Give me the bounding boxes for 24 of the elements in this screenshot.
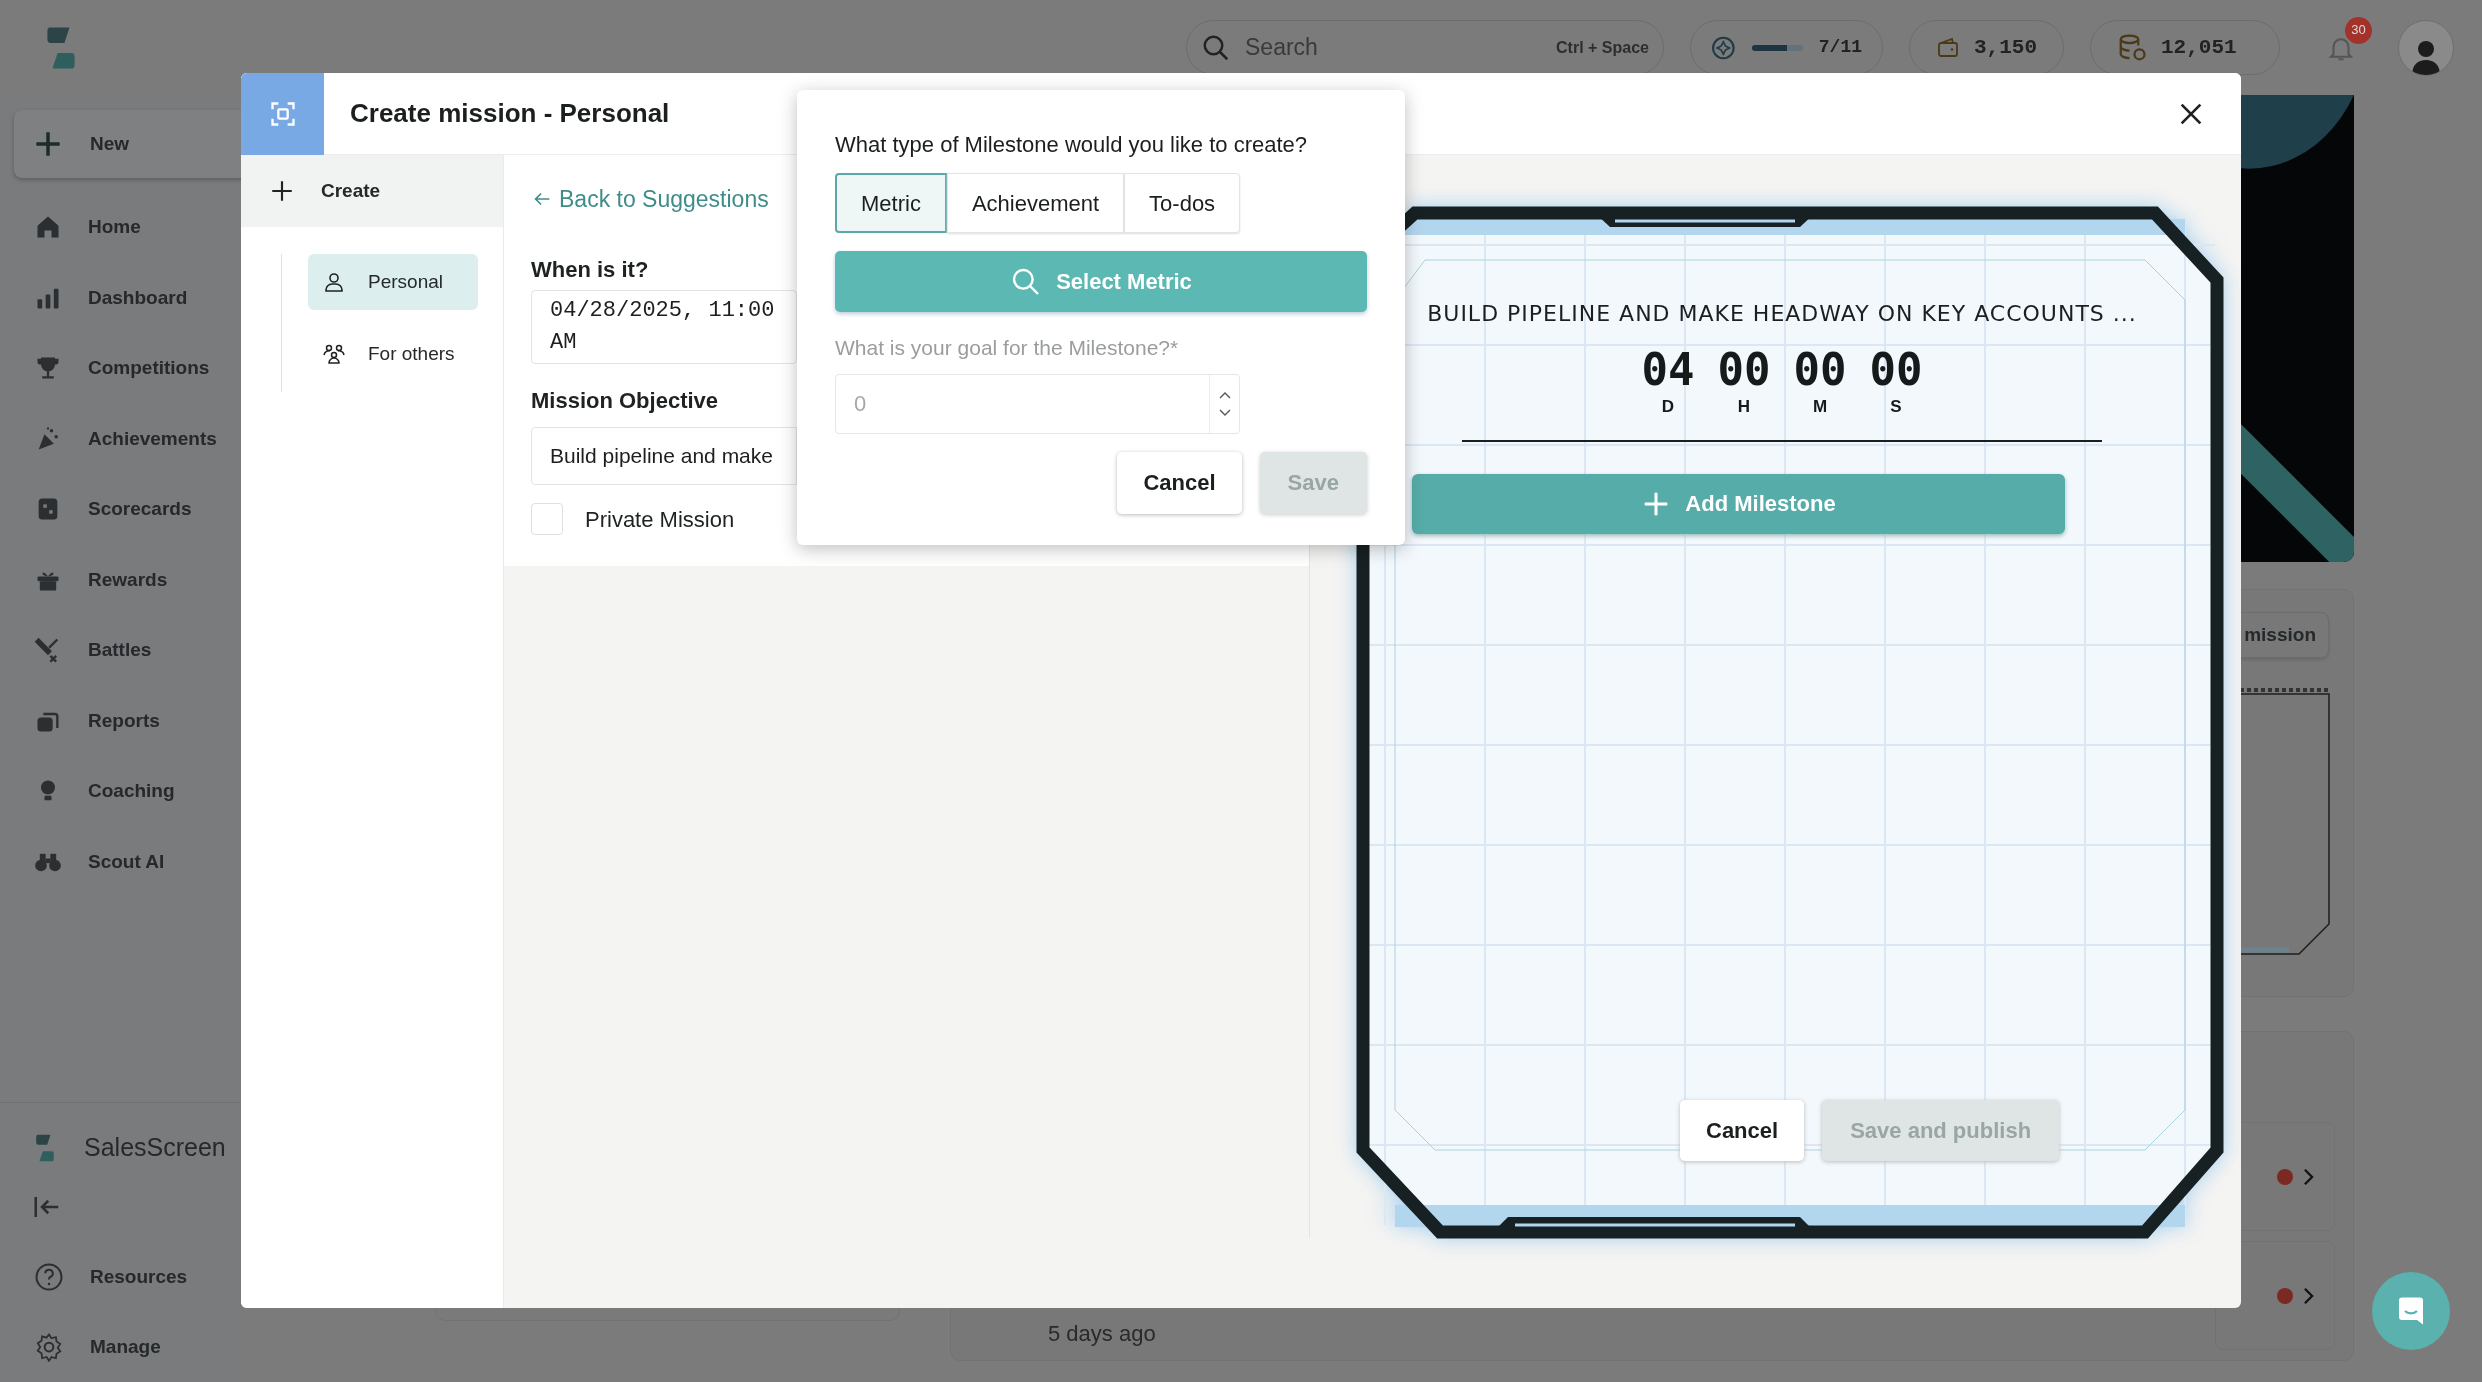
checkbox-label: Private Mission <box>585 505 735 534</box>
notification-badge: 30 <box>2345 16 2372 44</box>
field-label: When is it? <box>531 255 649 284</box>
progress-reading: 7/11 <box>1818 36 1862 59</box>
countdown-unit: H <box>1737 396 1751 418</box>
field-label: What is your goal for the Milestone?* <box>835 335 1179 361</box>
save-and-publish-button: Save and publish <box>1822 1099 2060 1161</box>
countdown-value: 04 <box>1641 346 1695 394</box>
countdown-value: 00 <box>1717 346 1771 394</box>
save-button: Save <box>1259 451 1367 514</box>
popover-question: What type of Milestone would you like to create? <box>835 131 1308 159</box>
field-label: Mission Objective <box>531 386 719 415</box>
feed-time: 5 days ago <box>1048 1320 1156 1348</box>
countdown-unit: D <box>1661 396 1675 418</box>
countdown-value: 00 <box>1869 346 1923 394</box>
countdown-value: 00 <box>1793 346 1847 394</box>
countdown-unit: S <box>1890 396 1902 418</box>
shortcut-hint: Ctrl + Space <box>1556 37 1649 58</box>
coins-amount: 12,051 <box>2161 34 2237 61</box>
countdown-unit: M <box>1812 396 1828 418</box>
wallet-amount: 3,150 <box>1974 34 2037 61</box>
modal-title: Create mission - Personal <box>350 97 670 130</box>
brand-name: SalesScreen <box>84 1131 226 1163</box>
mission-title: BUILD PIPELINE AND MAKE HEADWAY ON KEY ACCOUNTS ... <box>1427 300 2137 328</box>
